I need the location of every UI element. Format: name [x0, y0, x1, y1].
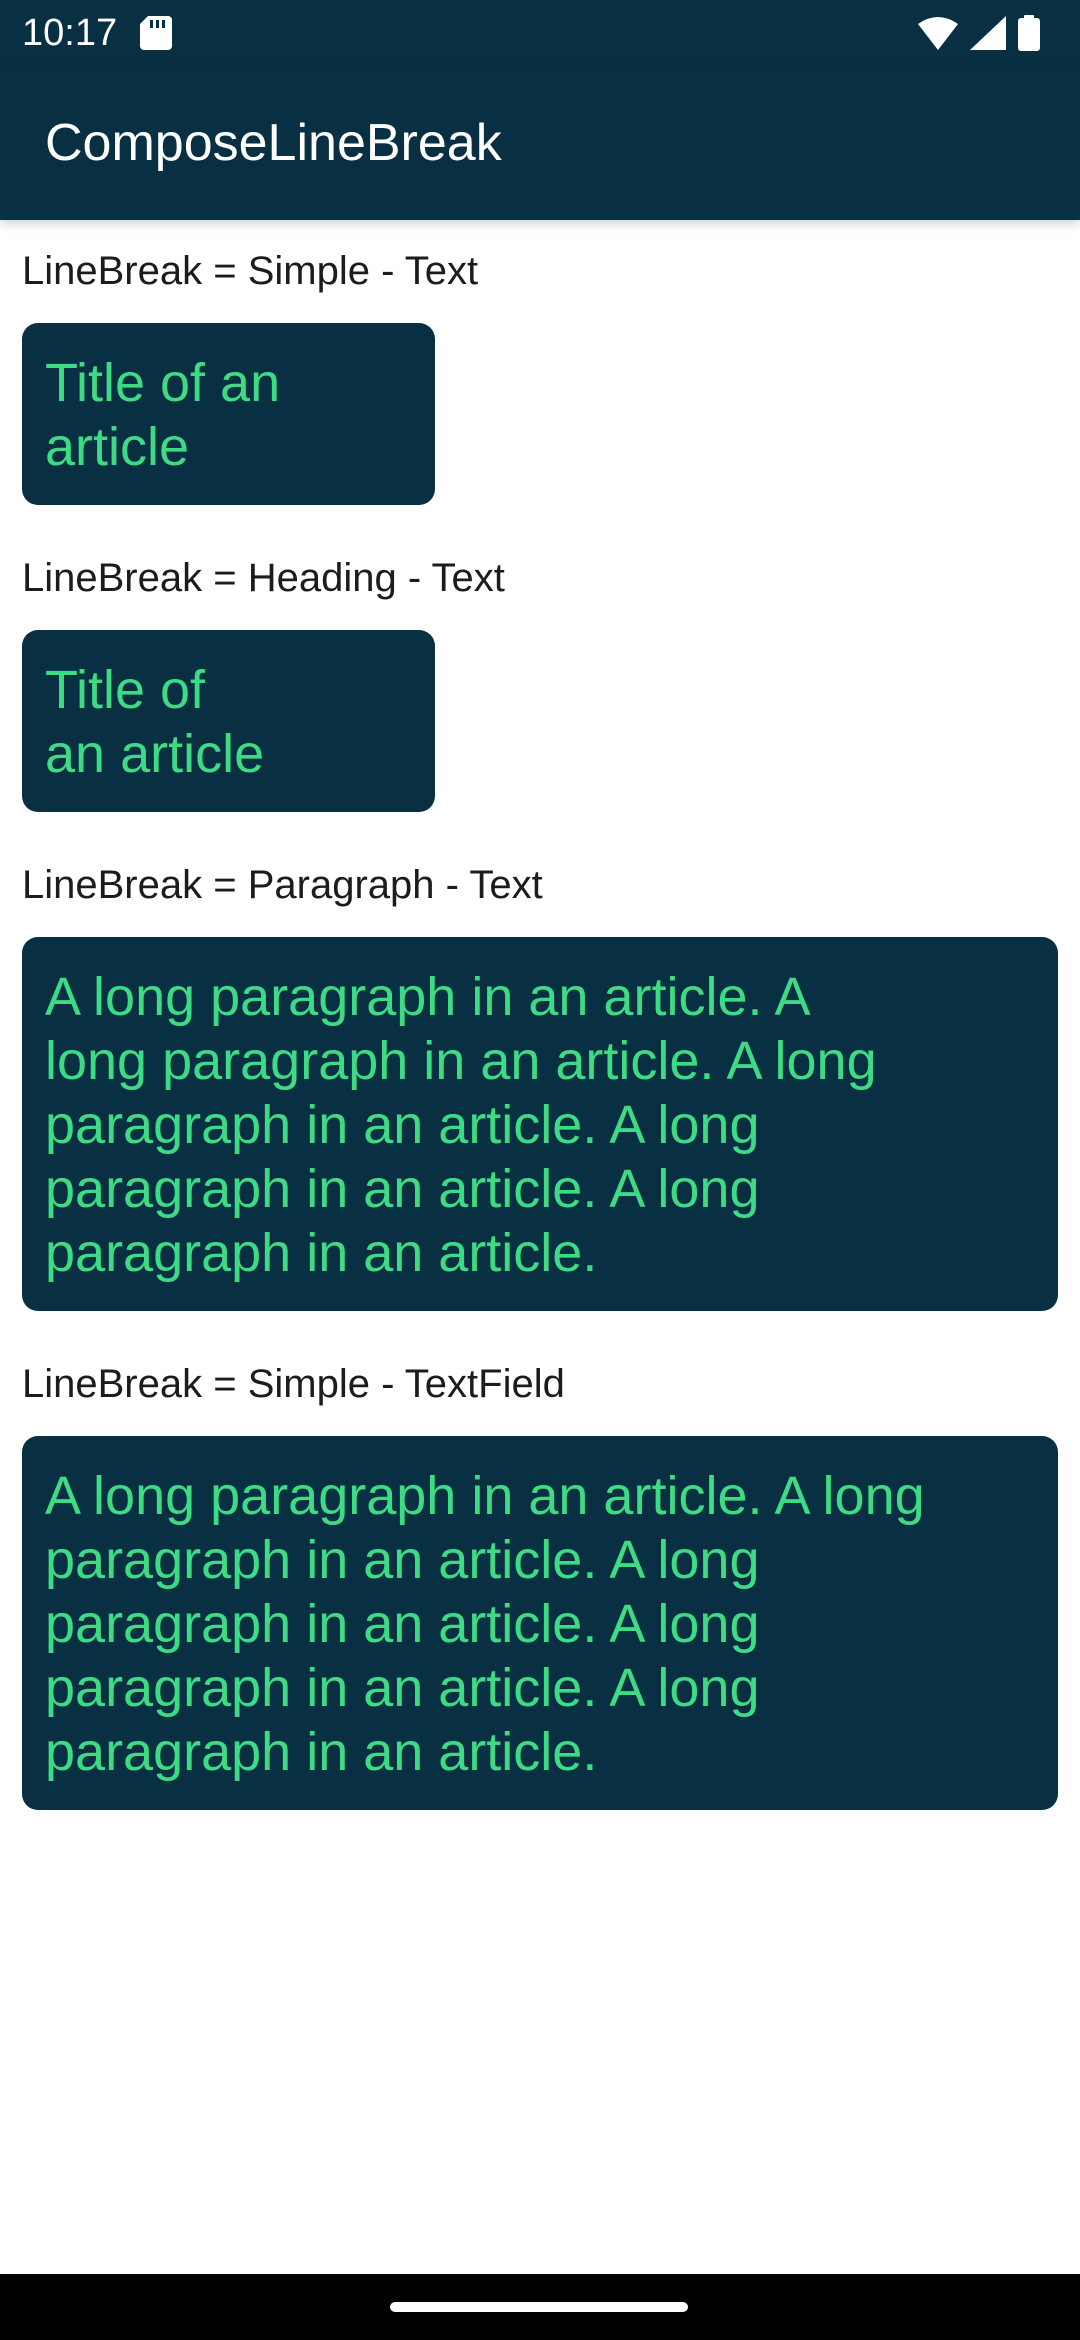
battery-icon — [1018, 15, 1040, 51]
text-box-simple: Title of an article — [22, 323, 435, 505]
text-line: paragraph in an article. A long — [45, 1530, 760, 1590]
text-line: Title of an — [45, 353, 281, 413]
text-line: paragraph in an article. — [45, 1722, 598, 1782]
section-label-simple-textfield: LineBreak = Simple - TextField — [22, 1362, 565, 1406]
top-app-bar: ComposeLineBreak — [0, 66, 1080, 220]
section-label-heading-text: LineBreak = Heading - Text — [22, 556, 505, 600]
text-line: A long paragraph in an article. A — [45, 967, 811, 1027]
text-line: paragraph in an article. A long — [45, 1594, 760, 1654]
text-line: A long paragraph in an article. A long — [45, 1466, 925, 1526]
text-line: paragraph in an article. A long — [45, 1159, 760, 1219]
text-box-heading: Title of an article — [22, 630, 435, 812]
text-box-paragraph: A long paragraph in an article. A long p… — [22, 937, 1058, 1311]
text-line: paragraph in an article. A long — [45, 1658, 760, 1718]
status-icons — [918, 14, 1040, 52]
status-bar: 10:17 — [0, 0, 1080, 66]
home-gesture-handle[interactable] — [390, 2302, 688, 2312]
section-label-paragraph-text: LineBreak = Paragraph - Text — [22, 863, 543, 907]
text-line: article — [45, 417, 190, 477]
text-line: an article — [45, 724, 265, 784]
status-time: 10:17 — [22, 12, 118, 54]
text-line: paragraph in an article. A long — [45, 1095, 760, 1155]
app-screen: 10:17 ComposeLineBreak LineBreak = Simpl… — [0, 0, 1080, 2340]
text-line: Title of — [45, 660, 206, 720]
text-line: long paragraph in an article. A long — [45, 1031, 877, 1091]
sd-card-icon — [140, 16, 172, 50]
signal-icon — [970, 16, 1006, 50]
wifi-icon — [918, 17, 958, 50]
text-field-simple[interactable]: A long paragraph in an article. A long p… — [22, 1436, 1058, 1810]
section-label-simple-text: LineBreak = Simple - Text — [22, 249, 479, 293]
text-line: paragraph in an article. — [45, 1223, 598, 1283]
app-title: ComposeLineBreak — [45, 114, 502, 172]
